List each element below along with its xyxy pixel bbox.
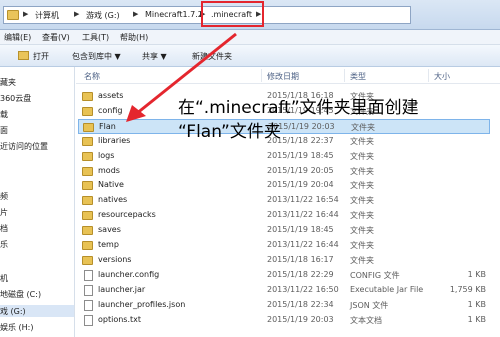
annotation-arrow (126, 32, 237, 122)
annotation-line-2: “Flan”文件夹 (178, 122, 281, 142)
annotation-line-1: 在“.minecraft”文件夹里面创建 (178, 98, 419, 118)
